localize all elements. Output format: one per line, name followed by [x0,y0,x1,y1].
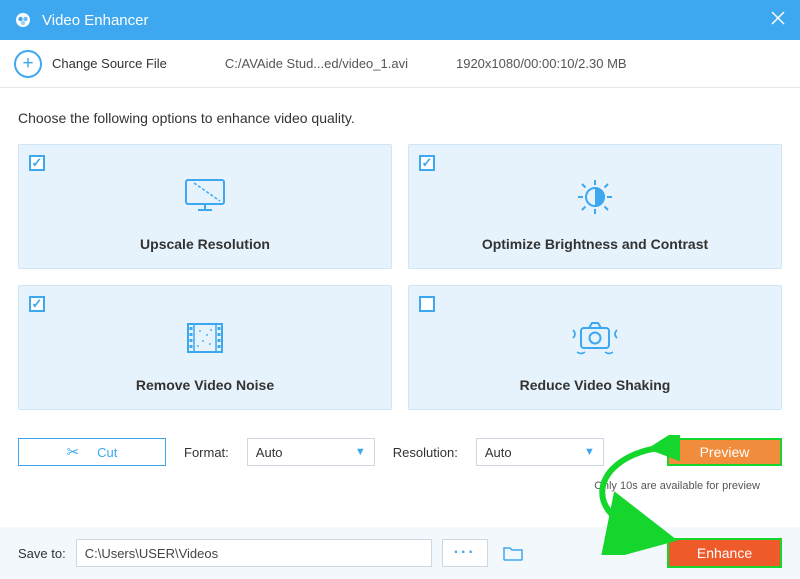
film-noise-icon [177,315,233,361]
instruction-text: Choose the following options to enhance … [18,110,782,126]
preview-note: Only 10s are available for preview [18,480,782,492]
change-source-label[interactable]: Change Source File [52,56,167,71]
option-cards: Upscale Resolution Optimize Brightness a… [18,144,782,410]
checkbox-brightness[interactable] [419,155,435,171]
card-brightness-contrast[interactable]: Optimize Brightness and Contrast [408,144,782,269]
format-label: Format: [184,445,229,460]
checkbox-shaking[interactable] [419,296,435,312]
format-value: Auto [256,445,283,460]
cut-button[interactable]: ✂ Cut [18,438,166,466]
browse-button[interactable]: ··· [442,539,488,567]
format-select[interactable]: Auto ▼ [247,438,375,466]
title-bar: Video Enhancer [0,0,800,40]
checkbox-noise[interactable] [29,296,45,312]
resolution-select[interactable]: Auto ▼ [476,438,604,466]
preview-button[interactable]: Preview [667,438,782,466]
camera-shake-icon [567,315,623,361]
card-upscale-resolution[interactable]: Upscale Resolution [18,144,392,269]
app-logo-icon [14,11,32,29]
chevron-down-icon: ▼ [584,446,595,458]
enhance-button[interactable]: Enhance [667,538,782,568]
chevron-down-icon: ▼ [355,446,366,458]
card-remove-noise[interactable]: Remove Video Noise [18,285,392,410]
card-label: Remove Video Noise [136,377,274,393]
card-label: Upscale Resolution [140,236,270,252]
card-label: Reduce Video Shaking [520,377,671,393]
source-path: C:/AVAide Stud...ed/video_1.avi [225,56,408,71]
close-button[interactable] [770,10,786,30]
app-title: Video Enhancer [42,12,148,29]
save-path-input[interactable]: C:\Users\USER\Videos [76,539,432,567]
controls-row: ✂ Cut Format: Auto ▼ Resolution: Auto ▼ … [18,438,782,476]
open-folder-button[interactable] [498,539,528,567]
card-reduce-shaking[interactable]: Reduce Video Shaking [408,285,782,410]
monitor-icon [177,174,233,220]
resolution-value: Auto [485,445,512,460]
save-to-label: Save to: [18,546,66,561]
resolution-label: Resolution: [393,445,458,460]
source-bar: + Change Source File C:/AVAide Stud...ed… [0,40,800,88]
add-icon[interactable]: + [14,50,42,78]
checkbox-upscale[interactable] [29,155,45,171]
card-label: Optimize Brightness and Contrast [482,236,708,252]
cut-label: Cut [97,445,117,460]
scissors-icon: ✂ [67,443,80,461]
footer-bar: Save to: C:\Users\USER\Videos ··· Enhanc… [0,527,800,579]
source-meta: 1920x1080/00:00:10/2.30 MB [456,56,627,71]
brightness-icon [567,174,623,220]
